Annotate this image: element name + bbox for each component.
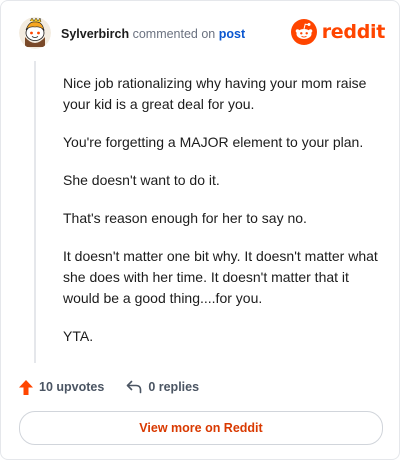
reddit-logo-icon [290, 19, 317, 45]
post-link[interactable]: post [219, 27, 245, 41]
view-more-button[interactable]: View more on Reddit [19, 411, 383, 445]
comment-action-text: commented on [132, 27, 216, 41]
comment-author[interactable]: Sylverbirch [61, 27, 129, 41]
comment-body: Nice job rationalizing why having your m… [63, 73, 378, 364]
comment-paragraph: You're forgetting a MAJOR element to you… [63, 134, 364, 150]
upvote-label: 10 upvotes [39, 380, 105, 394]
reply-label: 0 replies [148, 380, 200, 394]
snoo-avatar-icon [19, 17, 51, 49]
comment-paragraph: That's reason enough for her to say no. [63, 210, 307, 226]
reddit-logo[interactable]: reddit [290, 19, 386, 45]
comment-byline: Sylverbirch commented on post [61, 27, 245, 41]
thread-line [34, 61, 36, 363]
embedded-comment-card: Sylverbirch commented on post reddit Nic… [0, 0, 400, 460]
comment-footer: 10 upvotes 0 replies [19, 377, 379, 397]
reply-arrow-icon [127, 380, 142, 394]
comment-paragraph: She doesn't want to do it. [63, 172, 220, 188]
upvote-count[interactable]: 10 upvotes [19, 379, 105, 395]
comment-paragraph: Nice job rationalizing why having your m… [63, 75, 367, 112]
upvote-arrow-icon [19, 379, 33, 395]
comment-header: Sylverbirch commented on post reddit [19, 17, 385, 51]
comment-paragraph: It doesn't matter one bit why. It doesn'… [63, 248, 378, 306]
user-avatar[interactable] [19, 17, 51, 49]
comment-paragraph: YTA. [63, 328, 94, 344]
reply-count[interactable]: 0 replies [126, 380, 199, 394]
reddit-wordmark: reddit [321, 21, 386, 43]
